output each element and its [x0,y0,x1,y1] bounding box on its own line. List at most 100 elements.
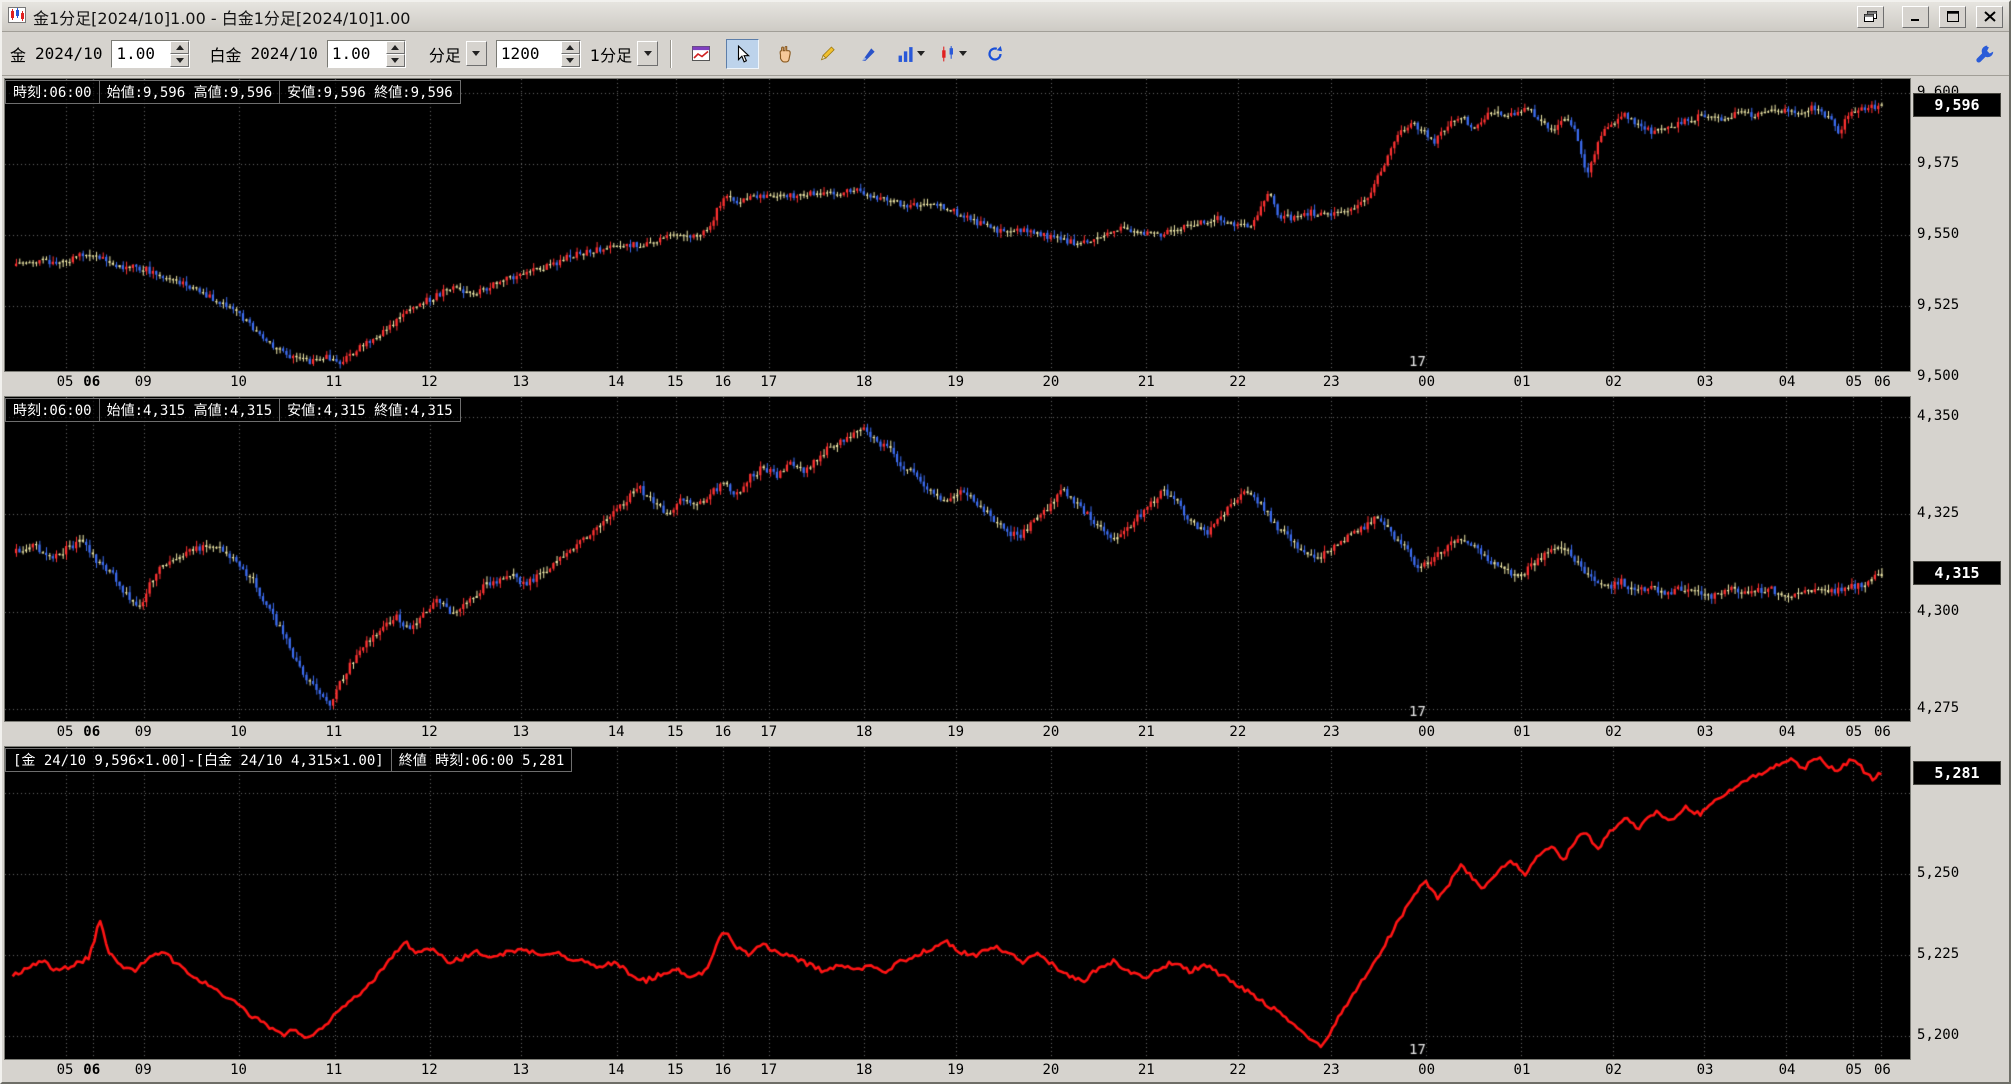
bar-type-dropdown-button[interactable] [637,41,659,66]
x-axis-label: 10 [230,724,247,740]
x-axis-label: 13 [512,374,530,390]
down-arrow-icon [566,57,575,63]
toolbar: 金 2024/10 白金 2024/10 分足 [2,32,2009,76]
chart-info-cell: 始値:9,596 高値:9,596 [98,80,281,104]
gold-label: 金 [10,45,27,65]
platinum-multiplier-up-button[interactable] [385,40,405,54]
x-axis-label: 17 [760,724,778,740]
down-arrow-icon [958,51,967,56]
x-axis-label: 20 [1042,374,1060,390]
settings-wrench-button[interactable] [1968,38,2001,69]
y-axis-label: 4,325 [1917,505,1960,522]
chart-info-cell: [金 24/10 9,596×1.00]-[白金 24/10 4,315×1.0… [5,748,392,772]
gold-chart-canvas[interactable] [5,79,1910,371]
x-axis-label: 15 [666,1062,684,1078]
pen-tool-button[interactable] [852,38,886,69]
x-axis-label: 12 [420,1062,438,1078]
timeframe-dropdown[interactable]: 分足 [429,40,487,68]
indicator-dropdown-button[interactable] [894,38,928,69]
wrench-icon [1975,45,1993,63]
gold-panel: 時刻:06:00 始値:9,596 高値:9,596 安値:9,596 終値:9,5… [4,78,2007,392]
chart-type-dropdown-button[interactable] [936,38,970,69]
gold-multiplier-down-button[interactable] [170,53,190,67]
x-axis-label: 18 [855,1062,873,1078]
hand-tool-button[interactable] [768,38,802,69]
last-price-badge: 9,596 [1913,92,2001,117]
last-price-badge: 5,281 [1913,761,2001,785]
x-axis-label: 00 [1418,1062,1436,1078]
x-axis-label: 06 [83,1062,101,1078]
gold-info-row: 時刻:06:00 始値:9,596 高値:9,596 安値:9,596 終値:9,5… [5,80,461,104]
gold-multiplier-up-button[interactable] [170,40,190,54]
close-button[interactable] [1976,5,2003,28]
restore-icon [1864,11,1877,22]
timeframe-dropdown-label: 分足 [428,45,461,65]
spread-time-axis: 05 06 09 10 11 12 13 14 15 16 17 18 19 20 21 22 23 00 01 02… [4,1060,1911,1080]
x-axis-label: 04 [1778,724,1796,740]
x-axis-label: 14 [607,374,625,390]
chart-layout-button[interactable] [684,38,718,69]
timeframe-dropdown-button[interactable] [465,41,487,66]
chart-info-cell: 安値:4,315 終値:4,315 [279,398,461,422]
x-axis-label: 01 [1513,724,1531,740]
up-arrow-icon [391,44,400,50]
x-axis-label: 22 [1229,1062,1247,1078]
x-axis-label: 21 [1137,374,1155,390]
gold-time-axis: 05 06 09 10 11 12 13 14 15 16 17 18 19 20 21 22 23 00 01 02… [4,372,1911,392]
down-arrow-icon [391,57,400,63]
x-axis-label: 15 [666,724,684,740]
platinum-label: 白金 [209,45,242,65]
x-axis-label: 00 [1418,724,1436,740]
x-axis-label: 23 [1322,724,1340,740]
pencil-tool-button[interactable] [810,38,844,69]
bar-count-input[interactable] [496,40,561,67]
platinum-chart-canvas[interactable] [5,397,1910,721]
maximize-button[interactable] [1939,5,1966,28]
window-chart-icon [691,45,710,61]
bar-type-dropdown[interactable]: 1分足 [589,40,659,68]
last-price-badge: 4,315 [1913,560,2001,585]
gold-multiplier-spinner [111,39,191,68]
down-arrow-icon [175,57,184,63]
minimize-button[interactable] [1902,5,1929,28]
x-axis-label: 03 [1696,374,1714,390]
platinum-chart: 時刻:06:00 始値:4,315 高値:4,315 安値:4,315 終値:4,3… [4,396,1911,722]
bar-chart-icon [898,46,913,62]
spread-chart: [金 24/10 9,596×1.00]-[白金 24/10 4,315×1.0… [4,746,1911,1060]
x-axis-label: 10 [230,1062,247,1078]
x-axis-label: 05 [56,1062,74,1078]
platinum-multiplier-input[interactable] [327,40,386,67]
x-axis-label: 05 [56,724,74,740]
bar-count-down-button[interactable] [560,53,580,67]
x-axis-label: 19 [947,724,965,740]
x-axis-label: 11 [325,1062,343,1078]
pointer-tool-button[interactable] [726,38,760,69]
x-axis-label: 18 [855,374,873,390]
x-axis-label: 06 [1873,374,1891,390]
bar-type-dropdown-label: 1分足 [589,45,633,65]
reload-button[interactable] [978,38,1012,69]
x-axis-label: 19 [947,1062,965,1078]
x-axis-label: 09 [134,1062,152,1078]
app-window: 金1分足[2024/10]1.00 - 白金1分足[2024/10]1.00 金… [0,0,2011,1084]
y-axis-label: 9,525 [1917,296,1960,313]
x-axis-label: 04 [1778,374,1796,390]
x-axis-label: 05 [56,374,74,390]
up-arrow-icon [175,44,184,50]
y-axis-label: 9,550 [1917,225,1960,242]
candlestick-icon [941,45,953,61]
down-arrow-icon [643,51,652,56]
spread-chart-canvas[interactable] [5,747,1910,1059]
platinum-price-axis: 4,350 4,325 4,300 4,275 4,315 [1911,396,2007,742]
x-axis-label: 06 [83,724,101,740]
chart-info-cell: 安値:9,596 終値:9,596 [279,80,461,104]
bar-count-up-button[interactable] [560,40,580,54]
x-axis-label: 20 [1042,1062,1060,1078]
platinum-contract-month: 2024/10 [250,44,318,63]
platinum-multiplier-down-button[interactable] [385,53,405,67]
spread-panel: [金 24/10 9,596×1.00]-[白金 24/10 4,315×1.0… [4,746,2007,1080]
gold-multiplier-input[interactable] [112,40,171,67]
gold-price-axis: 9,6009,5759,5509,5259,5009,596 [1911,78,2007,392]
x-axis-label: 11 [325,374,343,390]
restore-window-button[interactable] [1857,5,1884,28]
